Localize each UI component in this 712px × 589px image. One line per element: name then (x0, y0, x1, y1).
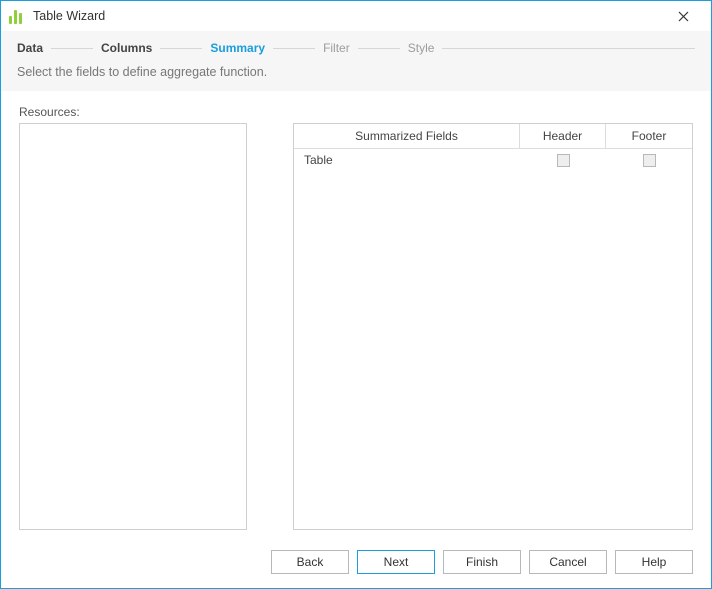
back-button[interactable]: Back (271, 550, 349, 574)
step-summary[interactable]: Summary (210, 41, 265, 55)
titlebar: Table Wizard (1, 1, 711, 31)
header-checkbox[interactable] (557, 154, 570, 167)
step-data[interactable]: Data (17, 41, 43, 55)
finish-button[interactable]: Finish (443, 550, 521, 574)
summary-grid-panel: Summarized Fields Header Footer Table (293, 105, 693, 530)
column-header-summarized[interactable]: Summarized Fields (294, 124, 520, 148)
close-button[interactable] (663, 2, 703, 30)
resources-panel: Resources: (19, 105, 247, 530)
row-header-cell (520, 150, 606, 171)
step-separator (160, 48, 202, 49)
column-header-header[interactable]: Header (520, 124, 606, 148)
step-separator (442, 48, 695, 49)
dialog-footer: Back Next Finish Cancel Help (1, 540, 711, 588)
wizard-description: Select the fields to define aggregate fu… (17, 65, 695, 79)
resources-label: Resources: (19, 105, 247, 119)
step-separator (51, 48, 93, 49)
dialog-table-wizard: Table Wizard Data Columns Summary Filter… (0, 0, 712, 589)
wizard-steps: Data Columns Summary Filter Style (17, 41, 695, 55)
step-style[interactable]: Style (408, 41, 435, 55)
table-row[interactable]: Table (294, 149, 692, 172)
wizard-body: Resources: Summarized Fields Header Foot… (1, 91, 711, 540)
next-button[interactable]: Next (357, 550, 435, 574)
cancel-button[interactable]: Cancel (529, 550, 607, 574)
footer-checkbox[interactable] (643, 154, 656, 167)
resources-listbox[interactable] (19, 123, 247, 530)
step-separator (273, 48, 315, 49)
grid-body: Table (294, 149, 692, 529)
app-icon (9, 8, 25, 24)
row-footer-cell (606, 150, 692, 171)
help-button[interactable]: Help (615, 550, 693, 574)
step-filter[interactable]: Filter (323, 41, 350, 55)
wizard-header: Data Columns Summary Filter Style Select… (1, 31, 711, 91)
step-separator (358, 48, 400, 49)
summary-grid: Summarized Fields Header Footer Table (293, 123, 693, 530)
grid-header-row: Summarized Fields Header Footer (294, 124, 692, 149)
step-columns[interactable]: Columns (101, 41, 152, 55)
close-icon (678, 11, 689, 22)
column-header-footer[interactable]: Footer (606, 124, 692, 148)
row-name: Table (294, 149, 520, 171)
window-title: Table Wizard (33, 9, 105, 23)
